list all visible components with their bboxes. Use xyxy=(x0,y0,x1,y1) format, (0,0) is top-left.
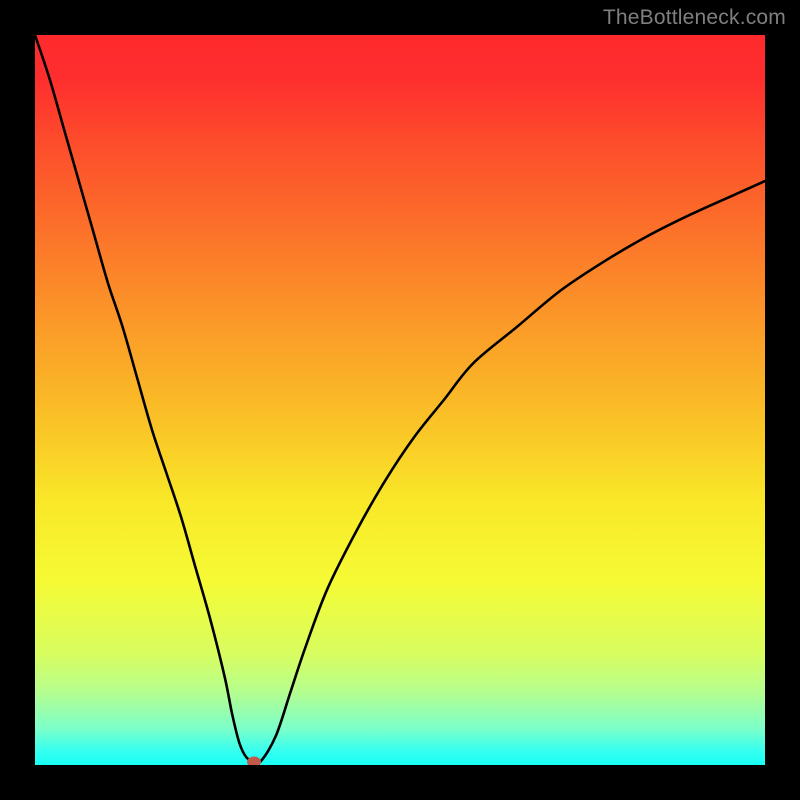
watermark-text: TheBottleneck.com xyxy=(603,6,786,30)
bottleneck-curve xyxy=(35,35,765,763)
chart-svg xyxy=(35,35,765,765)
chart-frame: TheBottleneck.com xyxy=(0,0,800,800)
minimum-marker xyxy=(247,757,261,766)
plot-area xyxy=(35,35,765,765)
